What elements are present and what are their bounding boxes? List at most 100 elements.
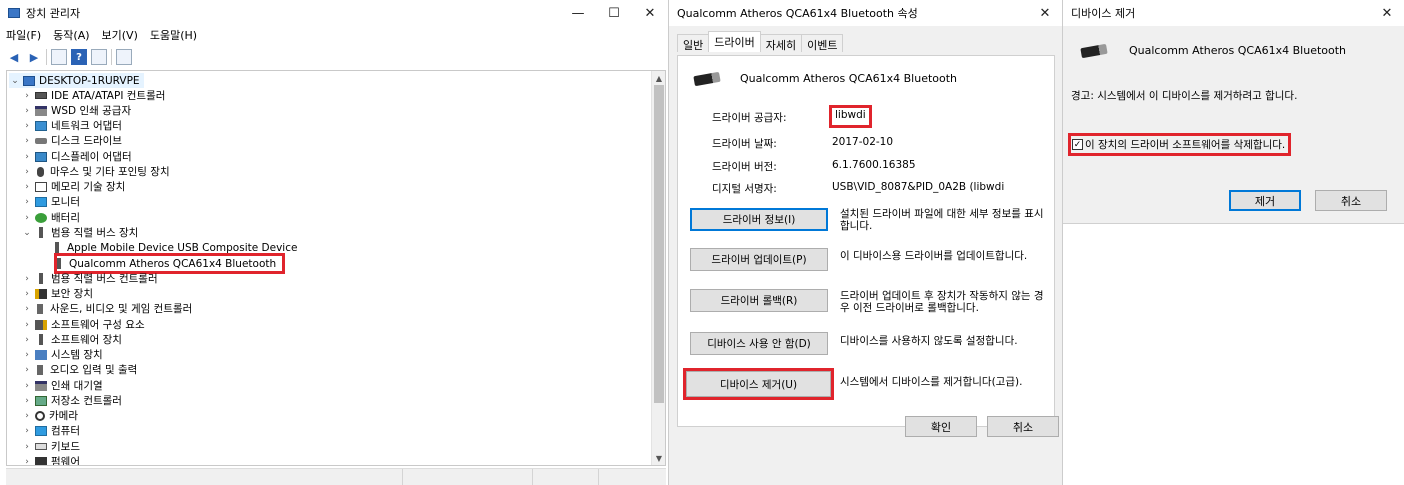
chevron-right-icon[interactable]: › [21,197,33,207]
chevron-right-icon[interactable]: › [21,213,33,223]
remove-button[interactable]: 제거 [1229,190,1301,211]
delete-driver-checkbox-label[interactable]: 이 장치의 드라이버 소프트웨어를 삭제합니다. [1085,137,1285,152]
ok-button[interactable]: 확인 [905,416,977,437]
driver-details-button[interactable]: 드라이버 정보(I) [690,208,828,231]
properties-icon[interactable] [51,49,67,65]
disable-device-button[interactable]: 디바이스 사용 안 함(D) [690,332,828,355]
device-manager-app-icon [8,8,20,18]
device-name: Qualcomm Atheros QCA61x4 Bluetooth [1129,44,1347,57]
tree-item[interactable]: › 마우스 및 기타 포인팅 장치 [21,164,169,179]
tree-item[interactable]: › 사운드, 비디오 및 게임 컨트롤러 [21,301,192,316]
mouse-icon [37,166,44,177]
help-icon[interactable]: ? [71,49,87,65]
audio-io-icon [37,364,43,375]
tree-item[interactable]: › 저장소 컨트롤러 [21,393,122,408]
update-driver-description: 이 디바이스용 드라이버를 업데이트합니다. [840,250,1028,262]
close-button[interactable]: ✕ [1369,0,1404,26]
computer-icon [35,425,47,436]
scroll-up-arrow-icon[interactable]: ▲ [652,71,665,85]
maximize-button[interactable]: ☐ [596,0,632,26]
tree-item[interactable]: › 네트워크 어댑터 [21,118,122,133]
tab-general[interactable]: 일반 [677,34,710,52]
vertical-scrollbar[interactable]: ▲ ▼ [651,71,665,465]
chevron-down-icon[interactable]: ⌄ [21,228,33,238]
tree-item[interactable]: › 펌웨어 [21,454,80,465]
tree-item[interactable]: › 인쇄 대기열 [21,378,102,393]
security-device-icon [35,288,47,299]
menu-file[interactable]: 파일(F) [6,27,41,43]
chevron-right-icon[interactable]: › [21,320,33,330]
tree-item[interactable]: › 배터리 [21,210,80,225]
tree-item[interactable]: › 메모리 기술 장치 [21,179,125,194]
cancel-button[interactable]: 취소 [987,416,1059,437]
chevron-right-icon[interactable]: › [21,350,33,360]
chevron-right-icon[interactable]: › [21,457,33,465]
delete-driver-checkbox-row[interactable]: ✓ 이 장치의 드라이버 소프트웨어를 삭제합니다. [1067,133,1292,156]
scroll-down-arrow-icon[interactable]: ▼ [652,451,665,465]
rollback-driver-button[interactable]: 드라이버 롤백(R) [690,289,828,312]
tree-item[interactable]: › 카메라 [21,408,78,423]
tree-child-item[interactable]: Apple Mobile Device USB Composite Device [49,240,297,255]
menu-view[interactable]: 보기(V) [102,27,138,43]
tab-details[interactable]: 자세히 [759,34,803,52]
menu-help[interactable]: 도움말(H) [150,27,197,43]
chevron-right-icon[interactable]: › [21,365,33,375]
chevron-right-icon[interactable]: › [21,442,33,452]
chevron-right-icon[interactable]: › [21,289,33,299]
tree-item[interactable]: › 소프트웨어 장치 [21,332,122,347]
tree-item[interactable]: › 컴퓨터 [21,423,80,438]
chevron-right-icon[interactable]: › [21,167,33,177]
update-driver-button[interactable]: 드라이버 업데이트(P) [690,248,828,271]
chevron-right-icon[interactable]: › [21,411,33,421]
chevron-right-icon[interactable]: › [21,381,33,391]
dialog-title: Qualcomm Atheros QCA61x4 Bluetooth 속성 [677,7,918,20]
tree-item[interactable]: › 모니터 [21,194,80,209]
chevron-right-icon[interactable]: › [21,91,33,101]
device-tree[interactable]: ⌄ DESKTOP-1RURVPE › IDE ATA/ATAPI 컨트롤러 › W… [6,70,666,466]
view-list-icon[interactable] [91,49,107,65]
tab-events[interactable]: 이벤트 [801,34,844,52]
tree-item[interactable]: › 소프트웨어 구성 요소 [21,317,144,332]
cancel-button[interactable]: 취소 [1315,190,1387,211]
tree-item[interactable]: › 디스크 드라이브 [21,133,122,148]
menu-bar: 파일(F) 동작(A) 보기(V) 도움말(H) [6,26,197,44]
chevron-right-icon[interactable]: › [21,396,33,406]
checkbox-checked-icon[interactable]: ✓ [1072,139,1083,150]
chevron-right-icon[interactable]: › [21,121,33,131]
chevron-right-icon[interactable]: › [21,106,33,116]
close-button[interactable]: ✕ [1027,0,1062,26]
scrollbar-thumb[interactable] [654,85,664,403]
tree-item[interactable]: › IDE ATA/ATAPI 컨트롤러 [21,88,165,103]
minimize-button[interactable]: — [560,0,596,26]
toolbar-divider [111,49,112,65]
forward-arrow-icon[interactable]: ▶ [26,49,42,65]
rollback-driver-description: 드라이버 업데이트 후 장치가 작동하지 않는 경우 이전 드라이버로 롤백합니… [840,290,1044,314]
chevron-right-icon[interactable]: › [21,152,33,162]
tree-root[interactable]: ⌄ DESKTOP-1RURVPE [9,73,144,89]
close-button[interactable]: ✕ [632,0,668,26]
uninstall-device-button[interactable]: 디바이스 제거(U) [683,368,834,400]
chevron-right-icon[interactable]: › [21,304,33,314]
chevron-right-icon[interactable]: › [21,426,33,436]
chevron-right-icon[interactable]: › [21,274,33,284]
tree-item[interactable]: › WSD 인쇄 공급자 [21,103,131,118]
tree-child-item-selected[interactable]: Qualcomm Atheros QCA61x4 Bluetooth [53,252,286,275]
back-arrow-icon[interactable]: ◀ [6,49,22,65]
chevron-right-icon[interactable]: › [21,182,33,192]
tab-driver[interactable]: 드라이버 [708,31,761,52]
chevron-down-icon[interactable]: ⌄ [9,76,21,86]
monitor-icon [35,196,47,207]
monitor-icon[interactable] [116,49,132,65]
tree-item[interactable]: › 시스템 장치 [21,347,102,362]
chevron-right-icon[interactable]: › [21,136,33,146]
chevron-right-icon[interactable]: › [21,335,33,345]
tree-item[interactable]: › 키보드 [21,439,80,454]
tree-item[interactable]: › 오디오 입력 및 출력 [21,362,137,377]
driver-date-value: 2017-02-10 [832,136,894,148]
tree-item[interactable]: › 디스플레이 어댑터 [21,149,131,164]
tree-item[interactable]: › 보안 장치 [21,286,93,301]
tree-item-expanded[interactable]: ⌄ 범용 직렬 버스 장치 [21,225,138,240]
tree-item[interactable]: › 범용 직렬 버스 컨트롤러 [21,271,158,286]
toolbar-divider [46,49,47,65]
menu-action[interactable]: 동작(A) [53,27,89,43]
